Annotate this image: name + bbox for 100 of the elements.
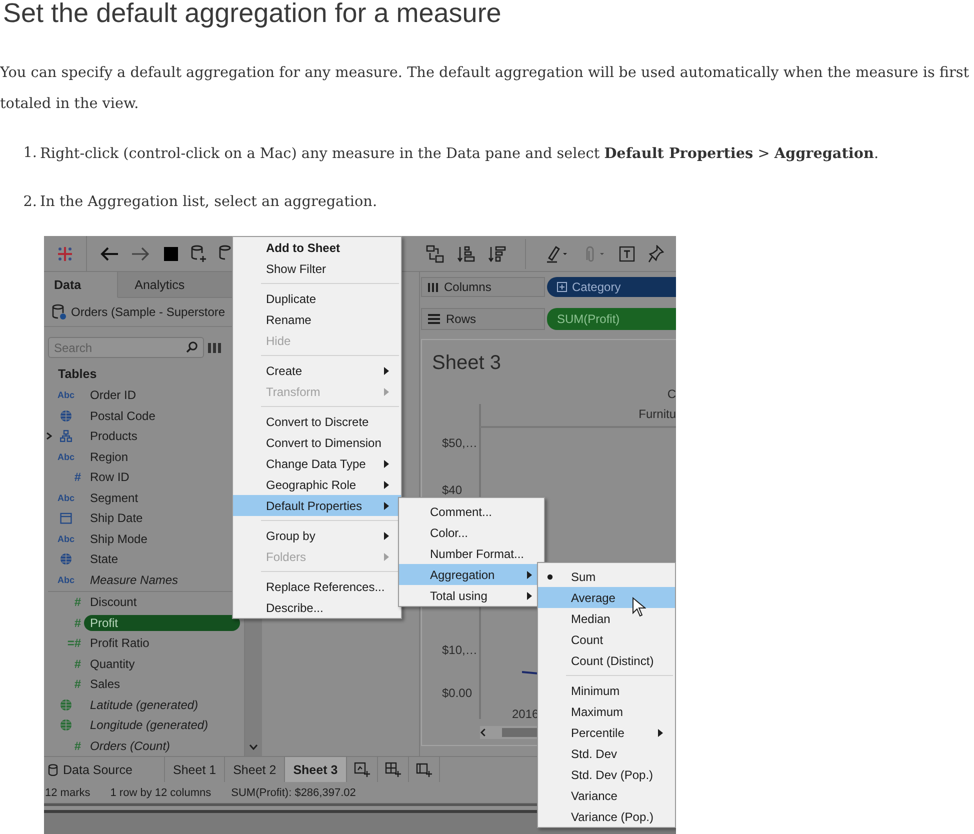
- expand-caret-icon[interactable]: [46, 432, 52, 440]
- data-source-icon[interactable]: [219, 244, 231, 262]
- menu-item[interactable]: Std. Dev (Pop.): [538, 764, 675, 785]
- axis-label: $50,…: [442, 436, 478, 450]
- status-text: SUM(Profit): $286,397.02: [231, 786, 356, 798]
- submenu-arrow-icon: [384, 460, 389, 468]
- data-type-icon: #: [48, 656, 84, 671]
- data-type-icon: #: [48, 595, 84, 610]
- submenu-arrow-icon: [527, 570, 532, 578]
- field-item[interactable]: Measure Names: [84, 572, 184, 588]
- database-icon: [48, 764, 58, 776]
- data-type-icon: #: [48, 470, 84, 484]
- menu-item[interactable]: Color...: [399, 522, 544, 543]
- data-source-name[interactable]: Orders (Sample - Superstore: [71, 305, 226, 319]
- menu-item[interactable]: Maximum: [538, 701, 675, 722]
- field-item[interactable]: Sales: [84, 676, 126, 692]
- sort-descending-icon[interactable]: [488, 244, 506, 262]
- step-text: Right-click (control-click on a Mac) any measure in the Data pane and select Default Properties > Aggregation.: [40, 144, 879, 164]
- field-item[interactable]: Row ID: [84, 469, 136, 486]
- list-view-icon[interactable]: [208, 342, 222, 354]
- step-number: 2.: [22, 193, 38, 212]
- shelf-label: Rows: [421, 308, 545, 330]
- column-header: C: [667, 387, 676, 401]
- scroll-left-icon[interactable]: [480, 728, 486, 737]
- field-item[interactable]: Latitude (generated): [84, 696, 204, 713]
- new-dashboard-icon[interactable]: [384, 762, 401, 778]
- menu-item[interactable]: Group by: [233, 525, 401, 546]
- sheet-tab[interactable]: Sheet 3: [285, 757, 347, 782]
- field-pill[interactable]: SUM(Profit): [547, 308, 676, 330]
- intro-paragraph: You can specify a default aggregation for any measure. The default aggregation will be used automatically when the measure is first totaled in the view.: [0, 64, 970, 114]
- add-data-source-icon[interactable]: [191, 244, 207, 262]
- scroll-down-icon[interactable]: [249, 744, 258, 750]
- sheet-tab[interactable]: Sheet 1: [165, 757, 226, 782]
- menu-item[interactable]: Comment...: [399, 501, 544, 522]
- page-title: Set the default aggregation for a measure: [3, 0, 502, 26]
- field-item[interactable]: Segment: [84, 490, 144, 506]
- sort-ascending-icon[interactable]: [457, 244, 475, 262]
- data-type-icon: Abc: [57, 574, 74, 585]
- new-worksheet-icon[interactable]: [354, 762, 370, 778]
- bullet-icon: [547, 574, 553, 580]
- menu-item[interactable]: Number Format...: [399, 543, 544, 564]
- submenu-arrow-icon: [384, 480, 389, 488]
- swap-icon[interactable]: [426, 244, 444, 262]
- globe-icon: [60, 698, 72, 711]
- menu-item[interactable]: Count (Distinct): [538, 650, 675, 671]
- menu-item[interactable]: Create: [233, 360, 401, 381]
- menu-item[interactable]: Minimum: [538, 680, 675, 701]
- text-box-icon[interactable]: [619, 246, 635, 262]
- menu-item[interactable]: Convert to Discrete: [233, 411, 401, 432]
- globe-icon: [60, 553, 72, 566]
- forward-arrow-icon[interactable]: [131, 246, 151, 262]
- calendar-icon: [60, 512, 72, 524]
- rows-icon: [428, 314, 440, 324]
- field-item[interactable]: Longitude (generated): [84, 717, 214, 734]
- field-item[interactable]: Ship Date: [84, 510, 149, 526]
- field-item[interactable]: Products: [84, 428, 144, 444]
- highlighter-icon[interactable]: [545, 244, 569, 264]
- field-item[interactable]: Orders (Count): [84, 738, 176, 754]
- menu-item[interactable]: Add to Sheet: [233, 237, 401, 258]
- field-item[interactable]: State: [84, 551, 124, 568]
- field-item[interactable]: Quantity: [84, 656, 141, 672]
- menu-item[interactable]: Percentile: [538, 722, 675, 743]
- sheet-title: Sheet 3: [432, 352, 502, 375]
- menu-item[interactable]: Median: [538, 608, 675, 629]
- field-pill[interactable]: Category: [547, 277, 676, 297]
- menu-item[interactable]: Count: [538, 629, 675, 650]
- globe-icon: [60, 719, 72, 732]
- search-icon: [186, 341, 198, 353]
- field-item[interactable]: Profit: [84, 614, 240, 631]
- field-item[interactable]: Postal Code: [84, 408, 162, 424]
- pin-icon[interactable]: [648, 244, 664, 262]
- menu-item[interactable]: Default Properties: [233, 495, 401, 516]
- menu-item[interactable]: Replace References...: [233, 576, 401, 597]
- field-item[interactable]: Discount: [84, 594, 143, 610]
- submenu-arrow-icon: [384, 532, 389, 540]
- sheet-tab[interactable]: Data Source: [44, 757, 165, 782]
- tables-heading: Tables: [57, 366, 98, 383]
- menu-item[interactable]: Convert to Dimension: [233, 432, 401, 453]
- menu-item[interactable]: Average: [538, 587, 675, 608]
- menu-item[interactable]: Rename: [233, 309, 401, 330]
- field-item[interactable]: Region: [84, 448, 134, 465]
- menu-item[interactable]: Change Data Type: [233, 453, 401, 474]
- data-type-icon: =#: [48, 636, 84, 650]
- globe-icon: [60, 410, 72, 422]
- data-type-icon: Abc: [57, 390, 74, 400]
- menu-item[interactable]: Variance (Pop.): [538, 806, 675, 827]
- data-type-icon: #: [48, 616, 84, 630]
- field-item[interactable]: Ship Mode: [84, 530, 154, 547]
- menu-item[interactable]: Variance: [538, 785, 675, 806]
- menu-item[interactable]: Std. Dev: [538, 743, 675, 764]
- shelf-label: Columns: [421, 277, 545, 297]
- field-item[interactable]: Profit Ratio: [84, 635, 156, 652]
- submenu-arrow-icon: [384, 388, 389, 396]
- back-arrow-icon[interactable]: [99, 246, 119, 262]
- axis-label: $0.00: [442, 686, 472, 700]
- data-type-icon: #: [48, 677, 84, 692]
- menu-item[interactable]: Geographic Role: [233, 474, 401, 495]
- expand-box-icon[interactable]: [557, 282, 567, 292]
- new-story-icon[interactable]: [416, 762, 432, 778]
- field-item[interactable]: Order ID: [84, 387, 142, 404]
